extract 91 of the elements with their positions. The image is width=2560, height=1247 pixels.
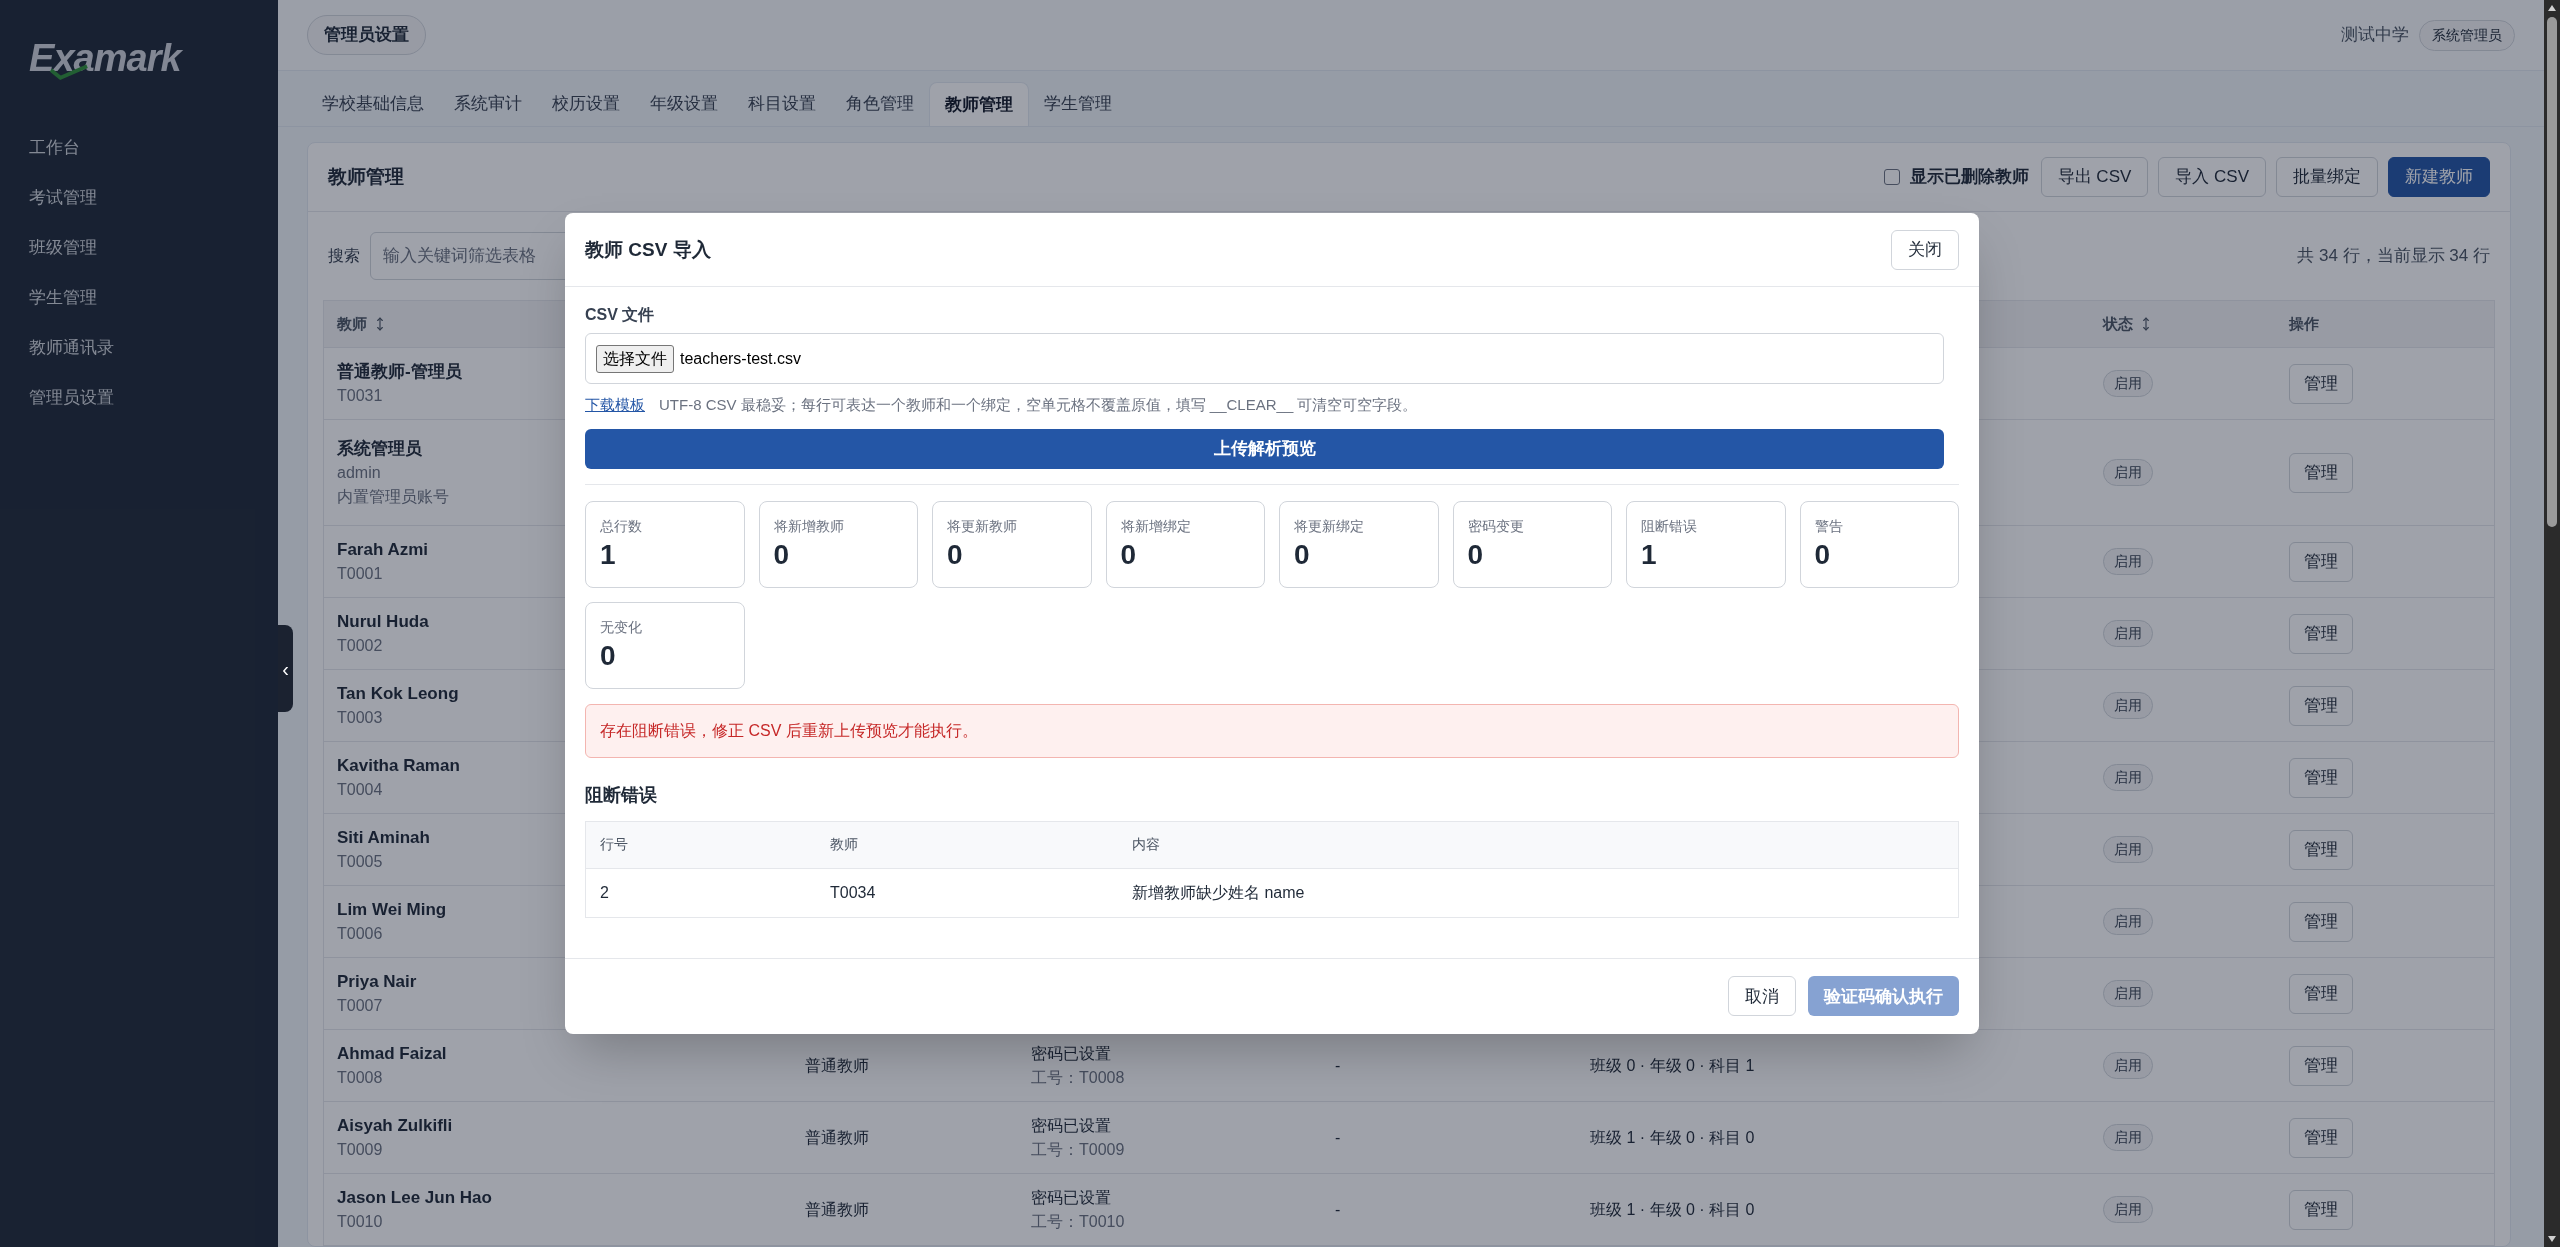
teacher-code: T0006 (337, 924, 383, 945)
teacher-code: T0002 (337, 636, 383, 657)
teacher-code: T0005 (337, 852, 383, 873)
stat-label: 将新增绑定 (1120, 516, 1192, 536)
column-header: 教师 (829, 835, 859, 855)
status-badge: 启用 (2103, 548, 2153, 575)
school-name: 测试中学 (2341, 24, 2409, 47)
stat-value: 0 (600, 638, 617, 673)
teacher-name: Jason Lee Jun Hao (337, 1186, 492, 1209)
teacher-code: T0031 (337, 386, 383, 407)
teacher-name: Siti Aminah (337, 826, 430, 849)
hint-text: UTF-8 CSV 最稳妥；每行可表达一个教师和一个绑定，空单元格不覆盖原值，填写 __CLEAR__ 可清空可空字段。 (659, 395, 1418, 416)
teacher-name: Aisyah Zulkifli (337, 1114, 453, 1137)
stat-label: 密码变更 (1467, 516, 1525, 536)
dialog-title: 教师 CSV 导入 (585, 237, 711, 262)
status-badge: 启用 (2103, 692, 2153, 719)
teacher-code: T0003 (337, 708, 383, 729)
account-status: 密码已设置 (1031, 1115, 1111, 1136)
employee-id: 工号：T0008 (1031, 1067, 1125, 1088)
binding-summary: 班级 1 · 年级 0 · 科目 0 (1590, 1127, 1755, 1148)
stat-value: 0 (1814, 537, 1832, 572)
stat-value: 0 (1120, 537, 1138, 572)
teacher-code: admin (337, 463, 381, 484)
role-badge: 系统管理员 (2419, 19, 2515, 51)
file-name: teachers-test.csv (680, 348, 801, 369)
stat-label: 总行数 (600, 516, 643, 536)
checkbox-label: 显示已删除教师 (1909, 166, 2029, 189)
teacher-name: Farah Azmi (337, 538, 428, 561)
stat-value: 0 (773, 537, 791, 572)
teacher-name: Tan Kok Leong (337, 682, 459, 705)
binding-summary: 班级 1 · 年级 0 · 科目 0 (1590, 1199, 1755, 1220)
status-badge: 启用 (2103, 836, 2153, 863)
teacher-name: Lim Wei Ming (337, 898, 447, 921)
table-cell-text: 新增教师缺少姓名 name (1131, 882, 1306, 903)
account-status: 密码已设置 (1031, 1187, 1111, 1208)
field-label: CSV 文件 (585, 305, 656, 326)
table-cell-text: - (1335, 1199, 1341, 1220)
column-header: 操作 (2289, 313, 2319, 334)
stat-label: 将更新绑定 (1294, 516, 1365, 536)
teacher-code: T0007 (337, 996, 383, 1017)
account-status: 密码已设置 (1031, 1043, 1111, 1064)
stat-value: 1 (600, 537, 617, 572)
teacher-name: 普通教师-管理员 (337, 360, 462, 383)
stat-value: 0 (947, 537, 964, 572)
teacher-name: Kavitha Raman (337, 754, 460, 777)
teacher-code: T0001 (337, 564, 383, 585)
teacher-note: 内置管理员账号 (337, 487, 449, 508)
status-badge: 启用 (2103, 764, 2153, 791)
employee-id: 工号：T0009 (1031, 1139, 1125, 1160)
table-cell-text: 2 (599, 882, 610, 903)
stat-value: 0 (1467, 537, 1485, 572)
role-text: 普通教师 (805, 1127, 869, 1148)
table-cell-text: - (1335, 1127, 1341, 1148)
status-badge: 启用 (2103, 980, 2153, 1007)
stat-label: 将新增教师 (773, 516, 845, 536)
teacher-name: 系统管理员 (337, 437, 422, 460)
row-count: 共 34 行，当前显示 34 行 (2297, 245, 2490, 268)
logo: Examark (29, 36, 181, 82)
teacher-code: T0010 (337, 1212, 383, 1233)
teacher-code: T0008 (337, 1068, 383, 1089)
teacher-code: T0004 (337, 780, 383, 801)
alert-text: 存在阻断错误，修正 CSV 后重新上传预览才能执行。 (600, 720, 978, 741)
stat-value: 1 (1641, 537, 1658, 572)
stat-label: 警告 (1814, 516, 1844, 536)
page-title: 管理员设置 (307, 15, 426, 55)
status-badge: 启用 (2103, 908, 2153, 935)
teacher-name: Nurul Huda (337, 610, 429, 633)
status-badge: 启用 (2103, 620, 2153, 647)
role-text: 普通教师 (805, 1055, 869, 1076)
table-cell-text: T0034 (829, 882, 877, 903)
employee-id: 工号：T0010 (1031, 1211, 1125, 1232)
column-header: 行号 (599, 835, 629, 855)
stat-label: 阻断错误 (1641, 516, 1698, 536)
status-badge: 启用 (2103, 1124, 2153, 1151)
status-badge: 启用 (2103, 1052, 2153, 1079)
stat-label: 无变化 (600, 617, 643, 637)
section-title: 阻断错误 (585, 783, 658, 807)
table-cell-text: - (1335, 1055, 1341, 1076)
role-text: 普通教师 (805, 1199, 869, 1220)
status-badge: 启用 (2103, 1196, 2153, 1223)
status-badge: 启用 (2103, 459, 2153, 486)
search-label: 搜索 (328, 246, 360, 266)
teacher-name: Priya Nair (337, 970, 417, 993)
status-badge: 启用 (2103, 370, 2153, 397)
stat-value: 0 (1294, 537, 1311, 572)
stat-label: 将更新教师 (947, 516, 1018, 536)
column-header: 内容 (1131, 835, 1161, 855)
binding-summary: 班级 0 · 年级 0 · 科目 1 (1590, 1055, 1755, 1076)
card-title: 教师管理 (328, 164, 404, 189)
teacher-name: Ahmad Faizal (337, 1042, 447, 1065)
teacher-code: T0009 (337, 1140, 383, 1161)
